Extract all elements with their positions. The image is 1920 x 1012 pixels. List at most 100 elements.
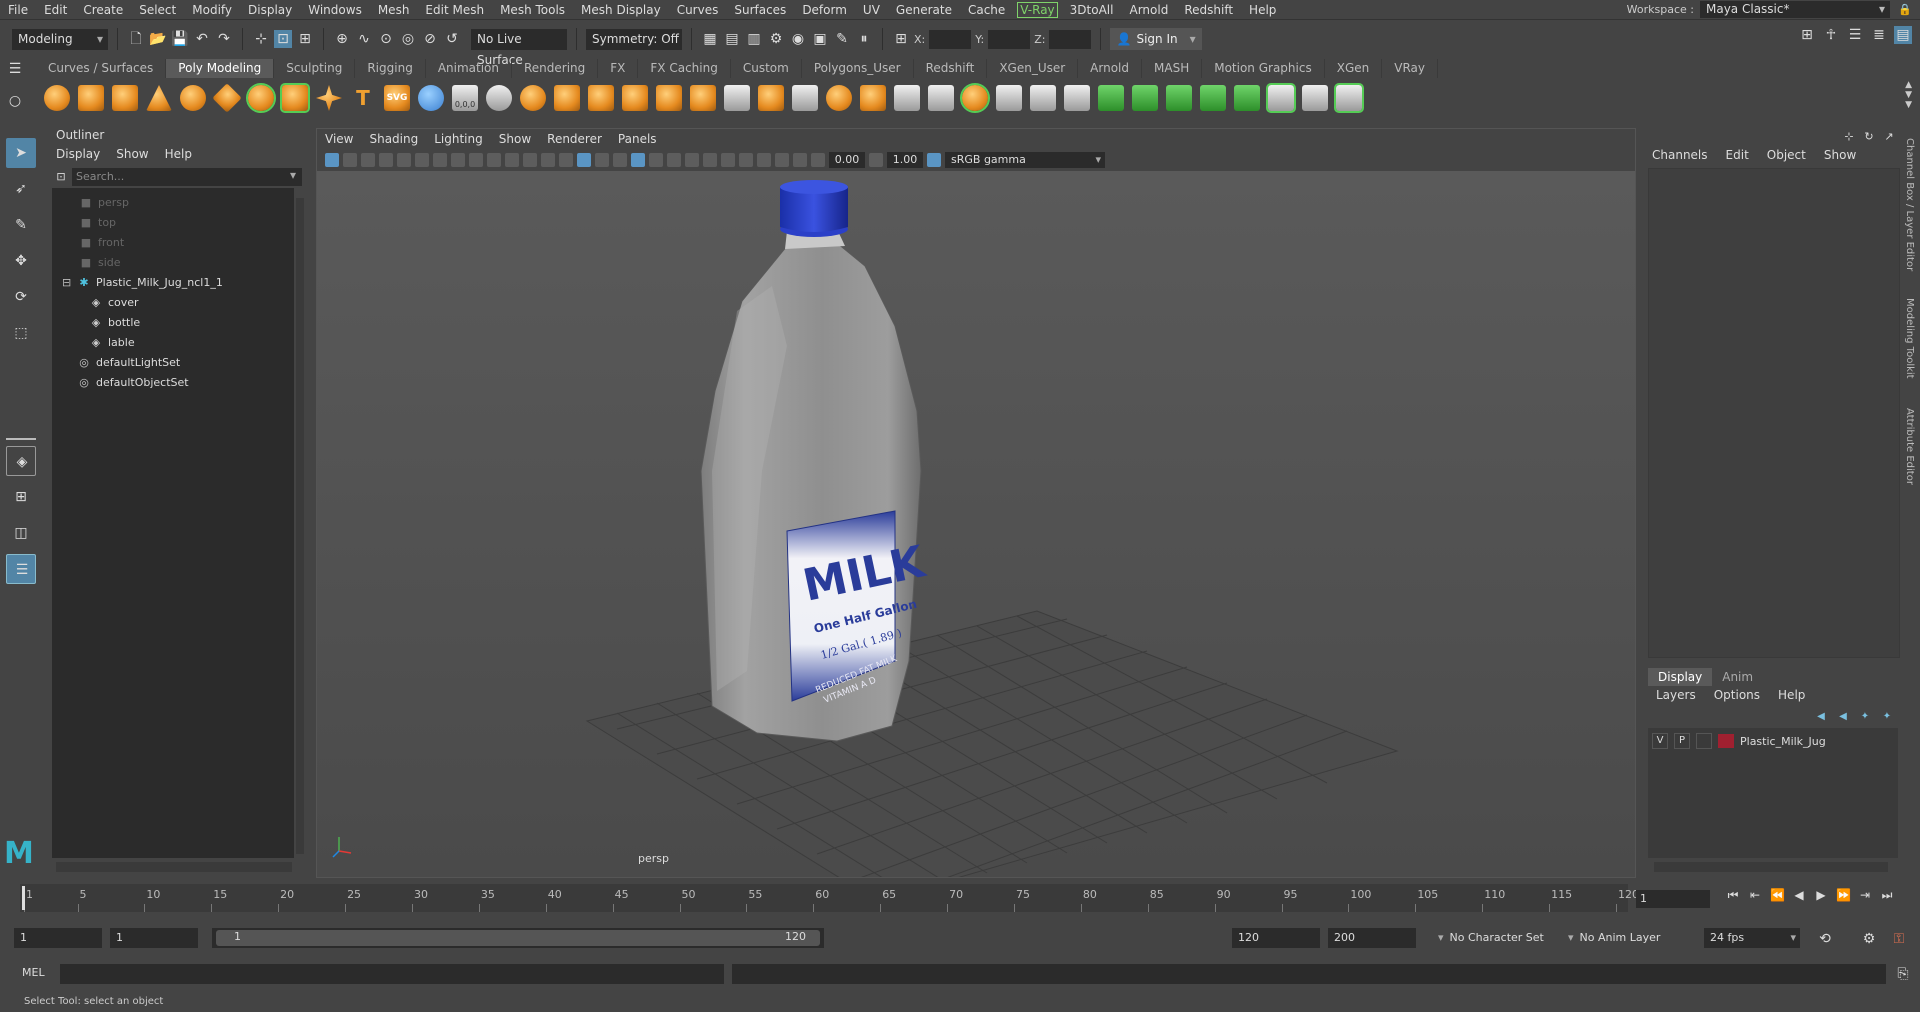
depth-of-field-icon[interactable] bbox=[721, 153, 735, 167]
channel-box-view-icon[interactable]: ⊹ bbox=[1842, 128, 1856, 143]
lock-icon[interactable]: 🔒 bbox=[1896, 1, 1914, 19]
pivot-icon[interactable]: 0,0,0 bbox=[452, 85, 478, 111]
layer-color-swatch[interactable] bbox=[1718, 734, 1734, 748]
safe-title-icon[interactable] bbox=[541, 153, 555, 167]
smooth-icon[interactable] bbox=[622, 85, 648, 111]
platonic-solid-icon[interactable] bbox=[280, 83, 310, 113]
channel-box-menu-object[interactable]: Object bbox=[1767, 148, 1806, 162]
bridge-icon[interactable] bbox=[724, 85, 750, 111]
shelf-scroll-arrows[interactable]: ▲ ▼ ▼ bbox=[1905, 80, 1912, 110]
channel-box-pin-icon[interactable]: ↗ bbox=[1882, 128, 1896, 143]
tab-display[interactable]: Display bbox=[1648, 668, 1713, 686]
outliner-row[interactable]: ◈ lable bbox=[88, 332, 135, 352]
select-object-icon[interactable]: ⊡ bbox=[274, 30, 292, 48]
menu-uv[interactable]: UV bbox=[855, 3, 888, 17]
snap-live-icon[interactable]: ↺ bbox=[443, 30, 461, 48]
poly-plane-icon[interactable] bbox=[212, 83, 242, 113]
character-set-dropdown[interactable]: ▾ No Character Set bbox=[1430, 928, 1570, 948]
render-settings-icon[interactable]: ⚙ bbox=[767, 30, 785, 48]
scale-tool-icon[interactable]: ⬚ bbox=[6, 318, 36, 348]
uv-cut-icon[interactable] bbox=[1334, 83, 1364, 113]
go-to-end-icon[interactable]: ⏭ bbox=[1880, 888, 1894, 902]
anim-layer-dropdown[interactable]: ▾ No Anim Layer bbox=[1560, 928, 1680, 948]
image-plane-icon[interactable] bbox=[379, 153, 393, 167]
field-chart-icon[interactable] bbox=[505, 153, 519, 167]
menu-3dtoall[interactable]: 3DtoAll bbox=[1062, 3, 1122, 17]
chevron-down-icon[interactable]: ▾ bbox=[290, 168, 296, 182]
menu-display[interactable]: Display bbox=[240, 3, 300, 17]
layer-menu-layers[interactable]: Layers bbox=[1656, 688, 1696, 702]
save-scene-icon[interactable]: 💾 bbox=[171, 30, 189, 48]
menu-mesh[interactable]: Mesh bbox=[370, 3, 418, 17]
viewport-menu-shading[interactable]: Shading bbox=[369, 132, 418, 146]
viewport-menu-view[interactable]: View bbox=[325, 132, 353, 146]
channel-box-menu-show[interactable]: Show bbox=[1824, 148, 1856, 162]
super-shape-icon[interactable] bbox=[316, 85, 342, 111]
multi-cut-icon[interactable] bbox=[792, 85, 818, 111]
play-forwards-icon[interactable]: ▶ bbox=[1814, 888, 1828, 902]
two-view-icon[interactable]: ◫ bbox=[6, 518, 36, 548]
render-view-icon[interactable]: ▦ bbox=[701, 30, 719, 48]
shelf-tab-redshift[interactable]: Redshift bbox=[914, 59, 988, 78]
layer-display-type[interactable] bbox=[1696, 733, 1712, 749]
auto-key-icon[interactable]: ⚿ bbox=[1890, 930, 1908, 948]
new-layer-icon[interactable]: ✦ bbox=[1858, 708, 1872, 722]
crease-icon[interactable] bbox=[1030, 85, 1056, 111]
fps-dropdown[interactable]: 24 fps ▾ bbox=[1704, 928, 1800, 948]
select-hierarchy-icon[interactable]: ⊹ bbox=[252, 30, 270, 48]
symmetry-dropdown[interactable]: Symmetry: Off bbox=[586, 28, 682, 50]
uv-editor-icon[interactable] bbox=[1098, 85, 1124, 111]
shelf-tab-arnold[interactable]: Arnold bbox=[1078, 59, 1143, 78]
viewport-menu-show[interactable]: Show bbox=[499, 132, 531, 146]
menu-curves[interactable]: Curves bbox=[669, 3, 727, 17]
shelf-tab-rigging[interactable]: Rigging bbox=[355, 59, 426, 78]
select-camera-icon[interactable] bbox=[325, 153, 339, 167]
redo-icon[interactable]: ↷ bbox=[215, 30, 233, 48]
current-time-marker[interactable] bbox=[22, 886, 25, 910]
xray-joints-icon[interactable] bbox=[775, 153, 789, 167]
playback-start-field[interactable]: 1 bbox=[110, 928, 198, 948]
outliner-row[interactable]: ◈ cover bbox=[88, 292, 139, 312]
layer-hscroll[interactable] bbox=[1654, 862, 1888, 872]
poly-text-icon[interactable]: T bbox=[350, 85, 376, 111]
lasso-tool-icon[interactable]: ➶ bbox=[6, 174, 36, 204]
layer-name[interactable]: Plastic_Milk_Jug bbox=[1740, 735, 1826, 748]
animation-end-field[interactable]: 200 bbox=[1328, 928, 1416, 948]
attribute-editor-icon[interactable]: ☰ bbox=[1846, 26, 1864, 44]
film-gate-icon[interactable] bbox=[451, 153, 465, 167]
uv-automatic-icon[interactable] bbox=[1234, 85, 1260, 111]
select-tool-icon[interactable]: ➤ bbox=[6, 138, 36, 168]
command-input[interactable] bbox=[60, 964, 724, 984]
menu-file[interactable]: File bbox=[0, 3, 36, 17]
measure-icon[interactable] bbox=[418, 85, 444, 111]
hypershade-icon[interactable]: ◉ bbox=[789, 30, 807, 48]
uv-unfold-icon[interactable] bbox=[1302, 85, 1328, 111]
merge-icon[interactable] bbox=[860, 85, 886, 111]
exposure-icon[interactable] bbox=[811, 153, 825, 167]
gamma-icon[interactable] bbox=[869, 153, 883, 167]
modeling-toolkit-icon[interactable]: ⊞ bbox=[1798, 26, 1816, 44]
play-backwards-icon[interactable]: ◀ bbox=[1792, 888, 1806, 902]
shelf-tab-curves-surfaces[interactable]: Curves / Surfaces bbox=[36, 59, 167, 78]
script-language-toggle[interactable]: MEL bbox=[22, 966, 45, 979]
select-component-icon[interactable]: ⊞ bbox=[296, 30, 314, 48]
outliner-row[interactable]: ⊟ ✱ Plastic_Milk_Jug_ncl1_1 bbox=[62, 272, 223, 292]
outliner-row[interactable]: ◈ bottle bbox=[88, 312, 140, 332]
shelf-tab-custom[interactable]: Custom bbox=[731, 59, 802, 78]
gamma-field[interactable]: 1.00 bbox=[887, 152, 923, 168]
animation-start-field[interactable]: 1 bbox=[14, 928, 102, 948]
arnold-render-icon[interactable]: ▣ bbox=[811, 30, 829, 48]
target-weld-icon[interactable] bbox=[960, 83, 990, 113]
textured-icon[interactable] bbox=[613, 153, 627, 167]
wireframe-icon[interactable] bbox=[559, 153, 573, 167]
uv-spherical-icon[interactable] bbox=[1200, 85, 1226, 111]
poly-cube-icon[interactable] bbox=[78, 85, 104, 111]
go-to-start-icon[interactable]: ⏮ bbox=[1726, 888, 1740, 902]
motion-blur-icon[interactable] bbox=[685, 153, 699, 167]
smooth-shade-icon[interactable] bbox=[577, 153, 591, 167]
fill-hole-icon[interactable] bbox=[894, 85, 920, 111]
viewport-scene[interactable]: MILK One Half Gallon 1/2 Gal.( 1.89 ) RE… bbox=[317, 171, 1635, 877]
render-setup-icon[interactable]: ✎ bbox=[833, 30, 851, 48]
shelf-menu-icon[interactable]: ☰ bbox=[6, 60, 24, 78]
channel-box-menu-edit[interactable]: Edit bbox=[1726, 148, 1749, 162]
